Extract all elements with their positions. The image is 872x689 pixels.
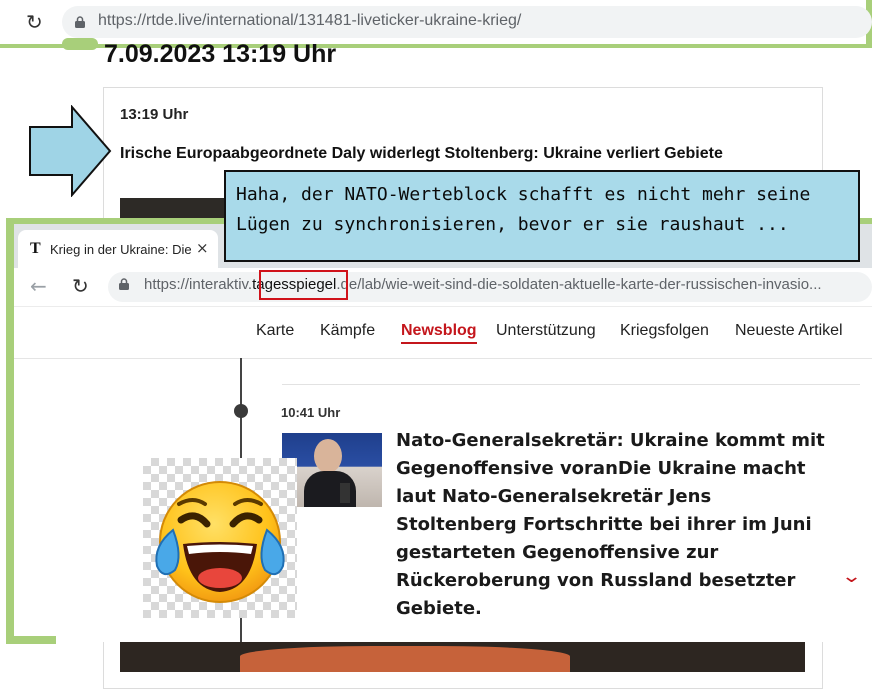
back-url-text[interactable]: https://rtde.live/international/131481-l… bbox=[98, 12, 521, 30]
site-navigation: Karte Kämpfe Newsblog Unterstützung Krie… bbox=[14, 306, 872, 359]
close-tab-icon[interactable]: × bbox=[196, 239, 209, 257]
nav-unterstuetzung[interactable]: Unterstützung bbox=[496, 322, 596, 340]
entry-divider bbox=[282, 384, 860, 385]
newsblog-article-text[interactable]: Nato-Generalsekretär: Ukraine kommt mit … bbox=[396, 427, 836, 623]
newsblog-entry-time: 10:41 Uhr bbox=[281, 405, 341, 420]
nav-newsblog[interactable]: Newsblog bbox=[401, 322, 477, 344]
nav-kaempfe[interactable]: Kämpfe bbox=[320, 322, 375, 340]
lock-icon bbox=[75, 16, 85, 28]
background-photo-hair bbox=[240, 646, 570, 672]
front-url-text[interactable]: https://interaktiv.tagesspiegel.de/lab/w… bbox=[144, 276, 864, 293]
reload-icon[interactable]: ↻ bbox=[72, 274, 89, 298]
browser-tab[interactable]: T Krieg in der Ukraine: Die × bbox=[18, 230, 218, 268]
speech-line-1: Haha, der NATO-Werteblock schafft es nic… bbox=[236, 184, 811, 205]
entry-title[interactable]: Irische Europaabgeordnete Daly widerlegt… bbox=[120, 145, 723, 163]
timeline-dot bbox=[234, 404, 248, 418]
window-frame-corner bbox=[6, 636, 56, 644]
nav-neueste-artikel[interactable]: Neueste Artikel bbox=[735, 322, 843, 340]
back-arrow-icon[interactable]: ← bbox=[30, 274, 47, 298]
tab-title[interactable]: Krieg in der Ukraine: Die bbox=[50, 242, 200, 257]
window-frame-accent bbox=[62, 38, 98, 50]
blue-arrow-icon bbox=[29, 105, 112, 197]
photo-face bbox=[314, 439, 342, 473]
speech-line-2: Lügen zu synchronisieren, bevor er sie r… bbox=[236, 214, 789, 235]
url-suffix: .de/lab/wie-weit-sind-die-soldaten-aktue… bbox=[336, 276, 822, 293]
red-highlight-box bbox=[259, 270, 348, 300]
laughing-crying-emoji bbox=[155, 481, 285, 603]
nav-karte[interactable]: Karte bbox=[256, 322, 294, 340]
entry-time: 13:19 Uhr bbox=[120, 106, 189, 123]
nav-kriegsfolgen[interactable]: Kriegsfolgen bbox=[620, 322, 709, 340]
chevron-down-icon[interactable]: ⌄ bbox=[841, 566, 862, 587]
stoltenberg-photo bbox=[282, 433, 382, 507]
url-prefix: https://interaktiv. bbox=[144, 276, 253, 293]
lock-icon bbox=[119, 278, 129, 290]
date-heading: 7.09.2023 13:19 Uhr bbox=[104, 40, 337, 68]
photo-microphone bbox=[340, 483, 350, 503]
reload-icon[interactable]: ↻ bbox=[26, 12, 43, 32]
tagesspiegel-favicon-icon: T bbox=[30, 240, 41, 257]
speech-text: Haha, der NATO-Werteblock schafft es nic… bbox=[236, 180, 856, 240]
